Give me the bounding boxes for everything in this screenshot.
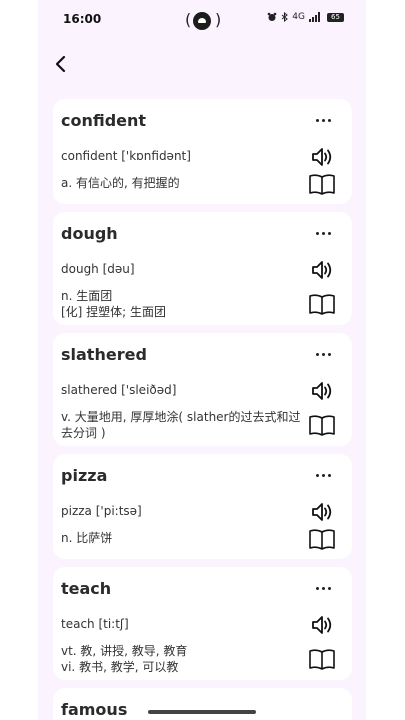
- definition-line: a. 有信心的, 有把握的: [61, 176, 180, 190]
- definition-line: [化] 捏塑体; 生面团: [61, 305, 167, 319]
- phonetic-text: slathered ['sleiðəd]: [61, 383, 177, 397]
- camera-pill: ( ): [185, 10, 221, 32]
- definition-line: n. 生面团: [61, 289, 113, 303]
- word-card[interactable]: famous: [53, 688, 352, 720]
- app-screen: 16:00 ( ) 4G 65 confident confident ['kɒ…: [38, 0, 366, 720]
- more-button[interactable]: [316, 232, 332, 236]
- more-button[interactable]: [316, 474, 332, 478]
- word-card[interactable]: slathered slathered ['sleiðəd] v. 大量地用, …: [53, 333, 352, 446]
- word-card[interactable]: dough dough [dəu] n. 生面团 [化] 捏塑体; 生面团: [53, 212, 352, 325]
- open-book-icon: [309, 415, 335, 436]
- dictionary-button[interactable]: [308, 172, 336, 196]
- status-time: 16:00: [63, 12, 102, 26]
- phonetic-text: dough [dəu]: [61, 262, 135, 276]
- definition-line: n. 比萨饼: [61, 531, 113, 545]
- more-button[interactable]: [316, 353, 332, 357]
- word-title: teach: [61, 579, 112, 598]
- speaker-button[interactable]: [310, 613, 334, 637]
- definition: n. 比萨饼: [61, 530, 309, 546]
- speaker-icon: [312, 261, 332, 279]
- home-indicator[interactable]: [148, 710, 256, 714]
- speaker-icon: [312, 616, 332, 634]
- speaker-button[interactable]: [310, 145, 334, 169]
- word-title: pizza: [61, 466, 108, 485]
- word-title: confident: [61, 111, 147, 130]
- more-button[interactable]: [316, 587, 332, 591]
- speaker-icon: [312, 148, 332, 166]
- definition-line: v. 大量地用, 厚厚地涂( slather的过去式和过: [61, 410, 301, 424]
- definition-line: vt. 教, 讲授, 教导, 教育: [61, 644, 188, 658]
- alarm-icon: [267, 12, 277, 21]
- word-card[interactable]: teach teach [ti:tʃ] vt. 教, 讲授, 教导, 教育 vi…: [53, 567, 352, 680]
- dictionary-button[interactable]: [308, 413, 336, 437]
- definition: vt. 教, 讲授, 教导, 教育 vi. 教书, 教学, 可以教: [61, 643, 309, 675]
- bluetooth-icon: [281, 12, 289, 22]
- signal-icon: [309, 12, 320, 22]
- speaker-button[interactable]: [310, 258, 334, 282]
- network-label: 4G: [292, 12, 305, 22]
- definition: v. 大量地用, 厚厚地涂( slather的过去式和过 去分词 ): [61, 409, 309, 441]
- more-button[interactable]: [316, 119, 332, 123]
- app-indicator-icon: [193, 12, 211, 30]
- word-title: slathered: [61, 345, 147, 364]
- pill-left-paren: (: [185, 10, 192, 29]
- word-title: famous: [61, 700, 128, 719]
- open-book-icon: [309, 294, 335, 315]
- phonetic-text: teach [ti:tʃ]: [61, 617, 129, 631]
- speaker-button[interactable]: [310, 500, 334, 524]
- phonetic-text: pizza ['pi:tsə]: [61, 504, 142, 518]
- chevron-left-icon: [55, 55, 66, 73]
- dictionary-button[interactable]: [308, 292, 336, 316]
- speaker-icon: [312, 503, 332, 521]
- definition: n. 生面团 [化] 捏塑体; 生面团: [61, 288, 309, 320]
- dictionary-button[interactable]: [308, 647, 336, 671]
- open-book-icon: [309, 649, 335, 670]
- open-book-icon: [309, 174, 335, 195]
- dictionary-button[interactable]: [308, 527, 336, 551]
- phonetic-text: confident ['kɒnfidənt]: [61, 149, 191, 163]
- definition: a. 有信心的, 有把握的: [61, 175, 309, 191]
- speaker-button[interactable]: [310, 379, 334, 403]
- pill-right-paren: ): [215, 10, 222, 29]
- word-card[interactable]: pizza pizza ['pi:tsə] n. 比萨饼: [53, 454, 352, 559]
- word-card[interactable]: confident confident ['kɒnfidənt] a. 有信心的…: [53, 99, 352, 204]
- status-bar: 16:00 ( ) 4G 65: [38, 0, 366, 40]
- status-icons: 4G 65: [267, 12, 344, 22]
- speaker-icon: [312, 382, 332, 400]
- battery-icon: 65: [327, 12, 344, 22]
- definition-line: vi. 教书, 教学, 可以教: [61, 660, 179, 674]
- definition-line: 去分词 ): [61, 426, 106, 440]
- back-button[interactable]: [50, 52, 74, 76]
- word-title: dough: [61, 224, 118, 243]
- open-book-icon: [309, 529, 335, 550]
